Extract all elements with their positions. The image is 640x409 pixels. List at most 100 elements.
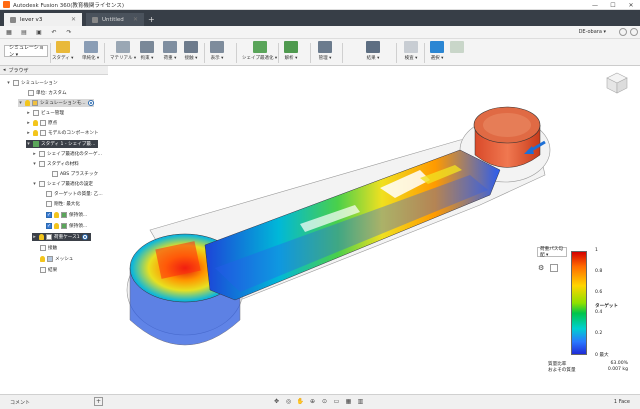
contact-group[interactable]: 接触 ▾ xyxy=(184,41,198,65)
inspect-group[interactable]: 検査 ▾ xyxy=(404,41,418,65)
expand-icon[interactable]: ▸ xyxy=(26,110,31,116)
viewports-icon[interactable]: ▥ xyxy=(356,397,365,406)
shape-optimization-group[interactable]: シェイプ最適化 ▾ xyxy=(242,41,277,65)
tree-node-label: ビュー管理 xyxy=(41,111,64,116)
orbit-icon[interactable]: ✥ xyxy=(272,397,281,406)
manage-group[interactable]: 管理 ▾ xyxy=(318,41,332,65)
file-icon[interactable]: ▤ xyxy=(18,27,30,37)
fit-icon[interactable]: ⊙ xyxy=(320,397,329,406)
user-menu[interactable]: DE-obara ▾ xyxy=(579,29,606,35)
comments-label: コメント xyxy=(10,400,31,406)
ribbon-separator xyxy=(104,43,105,63)
tree-node-target-mass[interactable]: ターゲットの質量: 乙... xyxy=(46,190,103,198)
tree-node-view-management[interactable]: ▸ ビュー管理 xyxy=(26,109,64,117)
visibility-bulb-icon[interactable] xyxy=(54,212,59,218)
tree-node-stiffness[interactable]: 剛性: 最大化 xyxy=(46,200,80,208)
visibility-bulb-icon[interactable] xyxy=(33,130,38,136)
browser-header[interactable]: ◂ ブラウザ xyxy=(0,66,108,75)
minimize-button[interactable]: — xyxy=(586,0,604,10)
visibility-bulb-icon[interactable] xyxy=(25,100,30,106)
visibility-bulb-icon[interactable] xyxy=(39,234,44,240)
tab-untitled[interactable]: Untitled ✕ xyxy=(86,13,144,26)
visibility-bulb-icon[interactable] xyxy=(40,256,45,262)
tree-node-model-components[interactable]: ▸ モデルのコンポーネント xyxy=(26,129,99,137)
close-icon[interactable]: ✕ xyxy=(71,16,76,23)
tree-node-label: モデルのコンポーネント xyxy=(48,131,99,136)
select-group[interactable]: 選択 ▾ xyxy=(430,41,444,65)
select-label: 選択 ▾ xyxy=(430,56,444,61)
gear-icon[interactable]: ⚙ xyxy=(538,264,546,272)
expand-icon[interactable]: ▸ xyxy=(32,151,37,157)
document-icon xyxy=(92,16,98,23)
ribbon-separator xyxy=(396,43,397,63)
tree-node-simulation-model[interactable]: ▾ シミュレーションモ... xyxy=(18,99,94,107)
tree-node-preserve-region-2[interactable]: ✓ 保持領... xyxy=(46,222,87,230)
material-group[interactable]: マテリアル ▾ xyxy=(110,41,136,65)
tree-node-results[interactable]: 結果 xyxy=(40,266,57,274)
zoom-icon[interactable]: ⊕ xyxy=(308,397,317,406)
material-label: マテリアル ▾ xyxy=(110,56,137,61)
maximize-button[interactable]: ☐ xyxy=(604,0,622,10)
checkbox[interactable]: ✓ xyxy=(46,223,52,229)
display-settings-icon[interactable]: ▭ xyxy=(332,397,341,406)
tree-node-study-1[interactable]: ▾ スタディ 1 - シェイプ最... xyxy=(26,140,99,148)
expand-icon[interactable]: ▾ xyxy=(32,181,37,187)
expand-icon[interactable]: ▾ xyxy=(18,100,23,106)
new-tab-icon[interactable]: + xyxy=(148,15,155,24)
tree-node-contacts[interactable]: 接触 xyxy=(40,244,57,252)
undo-icon[interactable]: ↶ xyxy=(48,27,60,37)
tree-node-preserve-region-1[interactable]: ✓ 保持領... xyxy=(46,211,87,219)
expand-icon[interactable]: ▸ xyxy=(26,120,31,126)
tree-node-units[interactable]: 単位: カスタム xyxy=(28,89,67,97)
tab-label: Untitled xyxy=(102,16,124,23)
collapse-icon[interactable]: ◂ xyxy=(3,67,6,73)
settings-icon xyxy=(39,181,45,187)
legend-expand-icon[interactable] xyxy=(550,264,558,272)
active-radio-icon[interactable] xyxy=(81,234,88,240)
close-window-button[interactable]: ✕ xyxy=(622,0,640,10)
load-group[interactable]: 荷重 ▾ xyxy=(163,41,177,65)
constraint-group[interactable]: 拘束 ▾ xyxy=(140,41,154,65)
tree-node-mesh[interactable]: メッシュ xyxy=(40,255,73,263)
extra-select-tool[interactable] xyxy=(450,41,464,65)
look-at-icon[interactable]: ◎ xyxy=(284,397,293,406)
pan-icon[interactable]: ✋ xyxy=(296,397,305,406)
study-group[interactable]: スタディ ▾ xyxy=(52,41,73,65)
visibility-bulb-icon[interactable] xyxy=(33,120,38,126)
redo-icon[interactable]: ↷ xyxy=(63,27,75,37)
manage-icon xyxy=(318,41,332,53)
viewcube[interactable] xyxy=(604,70,630,96)
save-icon[interactable]: ▣ xyxy=(33,27,45,37)
result-type-dropdown[interactable]: 荷重パス勾配 ▾ xyxy=(537,247,567,258)
window-controls: — ☐ ✕ xyxy=(586,0,640,10)
workspace-selector[interactable]: シミュレーション ▾ xyxy=(4,45,48,58)
job-status-icon[interactable] xyxy=(619,28,627,36)
simplify-group[interactable]: 単純化 ▾ xyxy=(82,41,99,65)
expand-icon[interactable]: ▾ xyxy=(32,161,37,167)
add-comment-icon[interactable]: + xyxy=(94,397,103,406)
grid-icon[interactable]: ▦ xyxy=(344,397,353,406)
tree-node-load-case-1[interactable]: ▸ 荷重ケース1 xyxy=(32,233,91,241)
help-icon[interactable] xyxy=(630,28,638,36)
results-group[interactable]: 結果 ▾ xyxy=(366,41,380,65)
tree-node-study-materials[interactable]: ▾ スタディの材料 xyxy=(32,160,79,168)
expand-icon[interactable]: ▸ xyxy=(32,234,37,240)
active-radio-icon[interactable] xyxy=(87,100,94,106)
expand-icon[interactable]: ▸ xyxy=(26,130,31,136)
grid-menu-icon[interactable]: ▦ xyxy=(3,27,15,37)
tree-node-label: 結果 xyxy=(48,268,58,273)
display-icon xyxy=(210,41,224,53)
solve-group[interactable]: 解析 ▾ xyxy=(284,41,298,65)
visibility-bulb-icon[interactable] xyxy=(54,223,59,229)
expand-icon[interactable]: ▾ xyxy=(26,141,31,147)
tree-node-abs-plastic[interactable]: ABS プラスチック xyxy=(52,170,98,178)
checkbox[interactable]: ✓ xyxy=(46,212,52,218)
display-group[interactable]: 表示 ▾ xyxy=(210,41,224,65)
close-icon[interactable]: ✕ xyxy=(133,16,138,23)
expand-icon[interactable]: ▾ xyxy=(6,80,11,86)
tree-node-optimization-settings[interactable]: ▾ シェイプ最適化の設定 xyxy=(32,180,93,188)
tree-node-optimization-target[interactable]: ▸ シェイプ最適化のターゲ... xyxy=(32,150,102,158)
tree-node-simulation[interactable]: ▾ シミュレーション xyxy=(6,79,58,87)
tree-node-origin[interactable]: ▸ 原点 xyxy=(26,119,57,127)
tab-lever-v3[interactable]: lever v3 ✕ xyxy=(4,13,82,26)
